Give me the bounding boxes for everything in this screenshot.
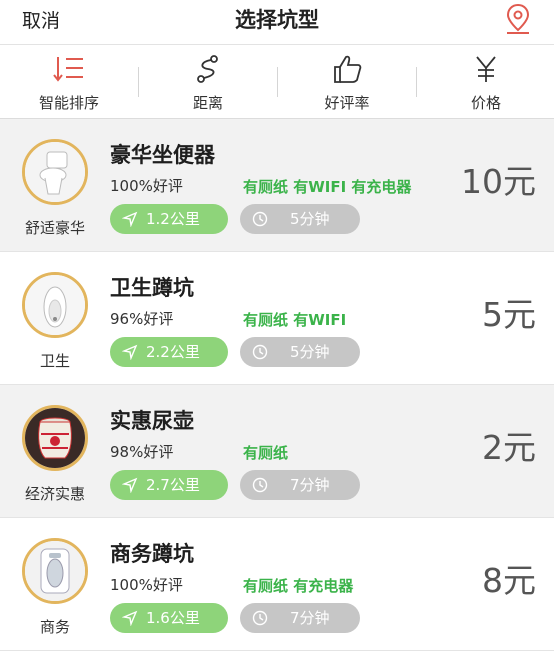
rating-text: 100%好评: [110, 177, 183, 195]
time-badge: 5分钟: [240, 204, 360, 234]
clock-icon: [252, 477, 268, 493]
time-text: 7分钟: [290, 476, 330, 494]
time-text: 5分钟: [290, 343, 330, 361]
navigation-arrow-icon: [122, 477, 138, 493]
page-title: 选择坑型: [235, 8, 319, 32]
toilet-thumbnail: [22, 272, 88, 338]
time-badge: 5分钟: [240, 337, 360, 367]
sort-price-label: 价格: [470, 94, 501, 112]
sort-distance-label: 距离: [192, 94, 223, 112]
price-text: 5元: [482, 295, 536, 334]
sort-price[interactable]: 价格: [417, 45, 554, 118]
distance-text: 2.2公里: [146, 343, 200, 361]
list-item[interactable]: 经济实惠 实惠尿壶 98%好评 有厕纸 2.7公里 7分钟 2元: [0, 385, 554, 518]
distance-badge: 1.6公里: [110, 603, 228, 633]
sort-rating-label: 好评率: [324, 94, 370, 112]
rating-text: 96%好评: [110, 310, 174, 328]
thumbs-up-icon: [334, 55, 362, 83]
time-text: 7分钟: [290, 609, 330, 627]
amenities-text: 有厕纸 有WIFI 有充电器: [243, 178, 412, 196]
sort-bar: 智能排序 距离 好评率 价格: [0, 45, 554, 119]
distance-badge: 2.7公里: [110, 470, 228, 500]
price-text: 8元: [482, 561, 536, 600]
sort-rating[interactable]: 好评率: [278, 45, 416, 118]
sort-list-icon: [53, 57, 83, 82]
type-label: 卫生: [39, 352, 70, 370]
clock-icon: [252, 211, 268, 227]
toilet-list: 舒适豪华 豪华坐便器 100%好评 有厕纸 有WIFI 有充电器 1.2公里 5…: [0, 119, 554, 651]
time-badge: 7分钟: [240, 470, 360, 500]
toilet-name: 商务蹲坑: [110, 542, 194, 566]
list-item[interactable]: 舒适豪华 豪华坐便器 100%好评 有厕纸 有WIFI 有充电器 1.2公里 5…: [0, 119, 554, 252]
toilet-thumbnail: [22, 538, 88, 604]
chamber-pot-icon: [25, 408, 85, 468]
amenities-text: 有厕纸 有WIFI: [243, 311, 347, 329]
type-label: 经济实惠: [24, 485, 85, 503]
type-label: 舒适豪华: [24, 219, 85, 237]
time-text: 5分钟: [290, 210, 330, 228]
amenities-text: 有厕纸 有充电器: [243, 577, 354, 595]
sort-distance[interactable]: 距离: [139, 45, 277, 118]
distance-text: 1.2公里: [146, 210, 200, 228]
type-label: 商务: [39, 618, 70, 636]
sort-smart-label: 智能排序: [38, 94, 99, 112]
list-item[interactable]: 卫生 卫生蹲坑 96%好评 有厕纸 有WIFI 2.2公里 5分钟 5元: [0, 252, 554, 385]
clock-icon: [252, 344, 268, 360]
squat-toilet-icon: [25, 275, 85, 335]
navigation-arrow-icon: [122, 344, 138, 360]
amenities-text: 有厕纸: [243, 444, 289, 462]
distance-text: 1.6公里: [146, 609, 200, 627]
time-badge: 7分钟: [240, 603, 360, 633]
rating-text: 100%好评: [110, 576, 183, 594]
clock-icon: [252, 610, 268, 626]
map-pin-icon[interactable]: [504, 3, 532, 35]
toilet-thumbnail: [22, 405, 88, 471]
navigation-arrow-icon: [122, 610, 138, 626]
list-item[interactable]: 商务 商务蹲坑 100%好评 有厕纸 有充电器 1.6公里 7分钟 8元: [0, 518, 554, 651]
business-squat-toilet-icon: [25, 541, 85, 601]
price-text: 2元: [482, 428, 536, 467]
toilet-thumbnail: [22, 139, 88, 205]
distance-text: 2.7公里: [146, 476, 200, 494]
price-text: 10元: [461, 162, 536, 201]
sort-smart[interactable]: 智能排序: [0, 45, 138, 118]
seated-toilet-icon: [25, 142, 85, 202]
toilet-name: 豪华坐便器: [110, 143, 215, 167]
distance-badge: 2.2公里: [110, 337, 228, 367]
navigation-arrow-icon: [122, 211, 138, 227]
toilet-name: 卫生蹲坑: [110, 276, 194, 300]
header-bar: 取消 选择坑型: [0, 0, 554, 45]
yen-icon: [476, 56, 496, 82]
distance-badge: 1.2公里: [110, 204, 228, 234]
toilet-name: 实惠尿壶: [110, 409, 194, 433]
rating-text: 98%好评: [110, 443, 174, 461]
route-icon: [197, 55, 218, 83]
